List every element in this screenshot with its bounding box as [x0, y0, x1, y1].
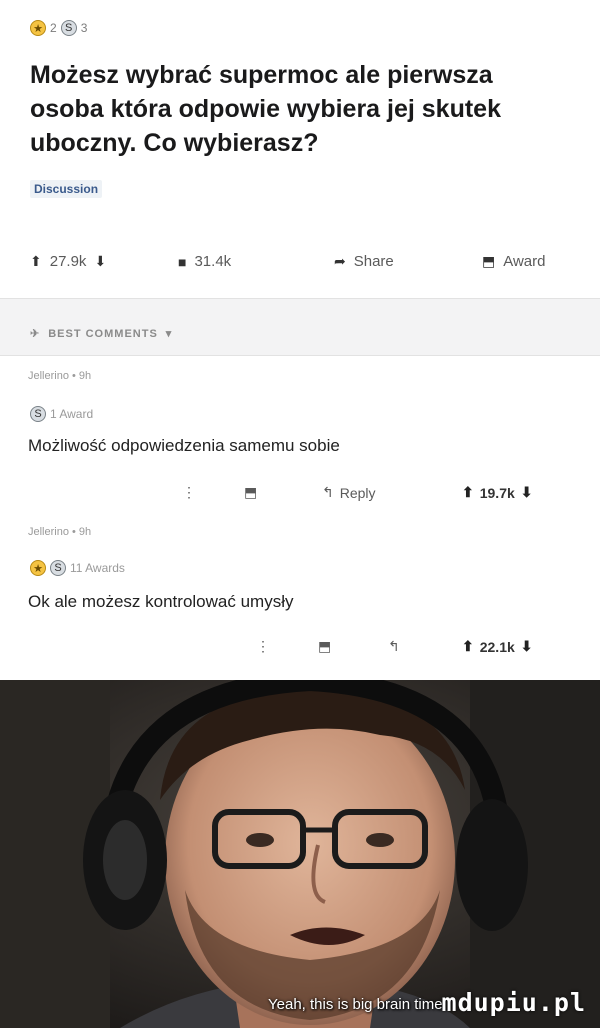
- comment-award-label: 11 Awards: [70, 561, 125, 575]
- downvote-arrow-icon[interactable]: ⬇: [521, 484, 533, 501]
- comment-score: 19.7k: [479, 484, 515, 501]
- post-actions-bar: ⬆ 27.9k ⬇ ■ 31.4k ➦ Share ⬒ Award: [0, 248, 600, 278]
- meme-image: Yeah, this is big brain time. mdupiu.pl: [0, 680, 600, 1028]
- upvote-arrow-icon[interactable]: ⬆: [462, 484, 474, 501]
- post-flair[interactable]: Discussion: [30, 180, 103, 198]
- reddit-post-screenshot: ★ 2 S 3 Możesz wybrać supermoc ale pierw…: [0, 0, 600, 680]
- reply-label: Reply: [339, 484, 376, 501]
- comment-vote-control: ⬆ 22.1k ⬇: [462, 638, 533, 655]
- comment-actions: ⋮ ⬒ ↰ Reply ⬆ 19.7k ⬇: [0, 482, 600, 506]
- comment-score: 22.1k: [479, 638, 515, 655]
- post-vote-count: 27.9k: [49, 253, 87, 270]
- more-options-icon[interactable]: ⋮: [182, 484, 196, 501]
- silver-award-count: 3: [80, 21, 88, 35]
- comment-award-label: 1 Award: [50, 407, 94, 421]
- award-icon[interactable]: ⬒: [318, 638, 331, 655]
- post-title: Możesz wybrać supermoc ale pierwsza osob…: [30, 61, 501, 157]
- comment-author[interactable]: Jellerino • 9h: [28, 370, 91, 382]
- reply-icon: ↰: [322, 484, 334, 500]
- reply-button[interactable]: ↰ Reply: [322, 484, 376, 501]
- award-label: Award: [503, 253, 546, 270]
- silver-award-icon: S: [50, 560, 66, 576]
- comment-vote-control: ⬆ 19.7k ⬇: [462, 484, 533, 501]
- comments-button[interactable]: ■ 31.4k: [178, 253, 231, 270]
- sort-dropdown[interactable]: ✈ BEST COMMENTS ▾: [30, 327, 173, 341]
- share-label: Share: [353, 253, 394, 270]
- comments-sort-band: ✈ BEST COMMENTS ▾: [0, 298, 600, 356]
- more-options-icon[interactable]: ⋮: [256, 638, 270, 655]
- vote-control: ⬆ 27.9k ⬇: [30, 253, 106, 270]
- award-button[interactable]: ⬒ Award: [482, 253, 545, 270]
- gold-award-count: 2: [50, 21, 57, 35]
- downvote-arrow-icon[interactable]: ⬇: [521, 638, 533, 655]
- meme-caption: Yeah, this is big brain time.: [268, 996, 447, 1013]
- share-button[interactable]: ➦ Share: [334, 253, 394, 270]
- award-icon: ⬒: [482, 253, 496, 269]
- comment-actions: ⋮ ⬒ ↰ ⬆ 22.1k ⬇: [0, 636, 600, 660]
- post-awards: ★ 2 S 3: [30, 20, 87, 36]
- rocket-icon: ✈: [30, 328, 41, 340]
- comment-count: 31.4k: [194, 253, 232, 270]
- comment-icon: ■: [178, 253, 187, 270]
- sort-label: BEST COMMENTS: [48, 327, 158, 340]
- comment-body: Ok ale możesz kontrolować umysły: [28, 592, 294, 611]
- site-watermark: mdupiu.pl: [441, 988, 586, 1017]
- comment-2: Jellerino • 9h ★ S 11 Awards Ok ale może…: [0, 510, 600, 670]
- award-icon[interactable]: ⬒: [244, 484, 257, 501]
- comment-awards: S 1 Award: [30, 406, 93, 422]
- silver-award-icon: S: [30, 406, 46, 422]
- comment-body: Możliwość odpowiedzenia samemu sobie: [28, 436, 340, 455]
- upvote-arrow-icon[interactable]: ⬆: [462, 638, 474, 655]
- comment-awards: ★ S 11 Awards: [30, 560, 125, 576]
- upvote-arrow-icon[interactable]: ⬆: [30, 253, 42, 270]
- reply-icon[interactable]: ↰: [388, 638, 400, 655]
- comment-1: Jellerino • 9h S 1 Award Możliwość odpow…: [0, 356, 600, 501]
- comment-author[interactable]: Jellerino • 9h: [28, 526, 91, 538]
- downvote-arrow-icon[interactable]: ⬇: [94, 253, 106, 270]
- gold-award-icon: ★: [30, 20, 46, 36]
- chevron-down-icon: ▾: [165, 328, 173, 340]
- share-icon: ➦: [334, 253, 346, 269]
- silver-award-icon: S: [60, 20, 77, 36]
- gold-award-icon: ★: [30, 560, 46, 576]
- man-with-headphones-illustration: [0, 680, 600, 1028]
